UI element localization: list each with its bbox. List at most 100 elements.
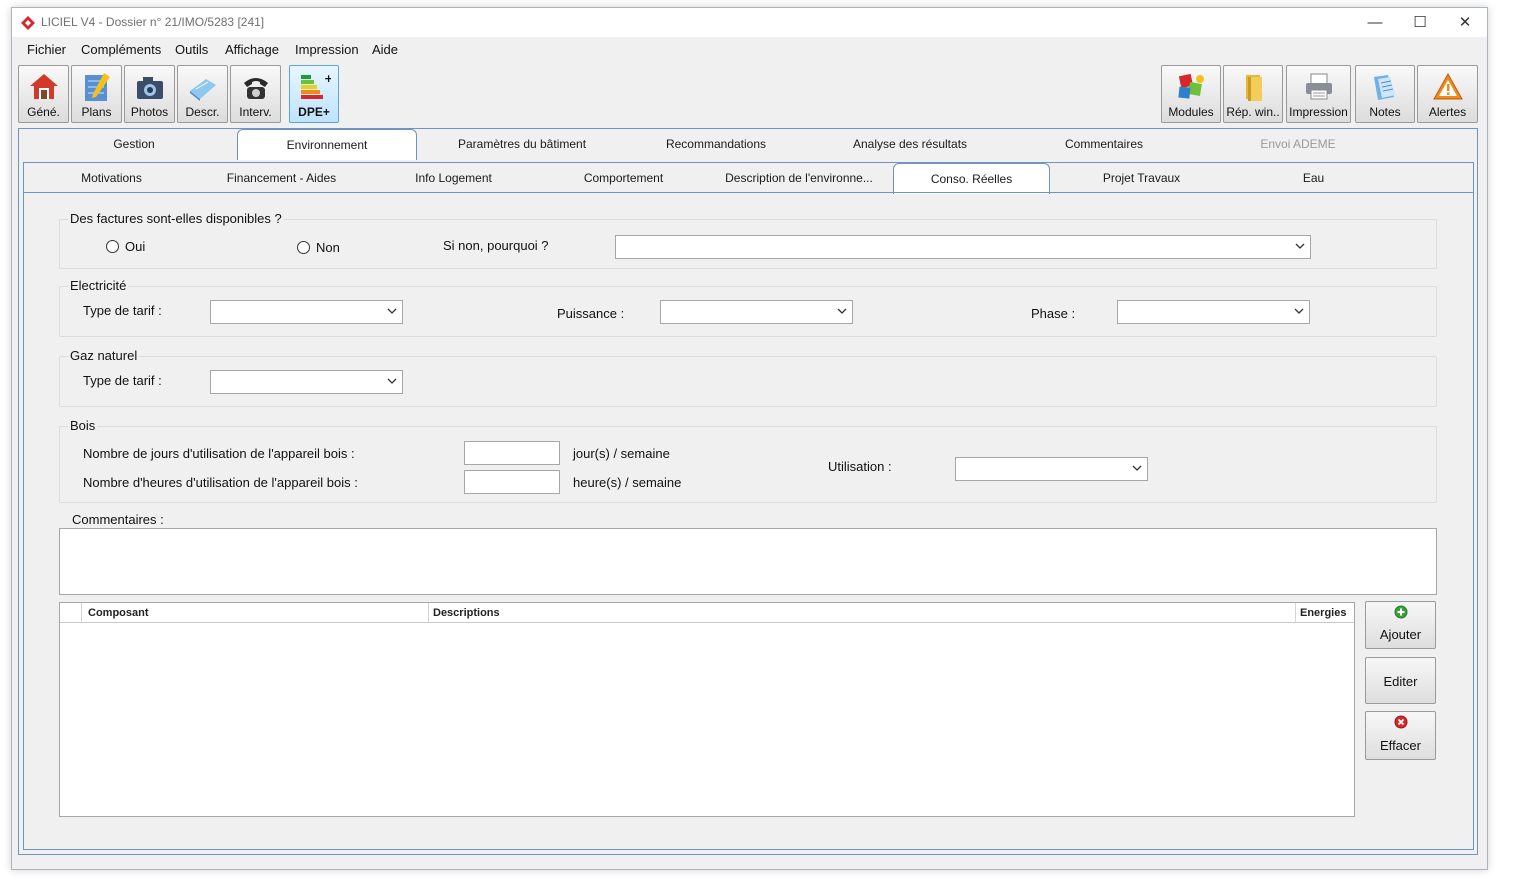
electricite-title: Electricité [68, 278, 129, 293]
editer-label: Editer [1383, 674, 1418, 689]
bois-jours-unit: jour(s) / semaine [573, 446, 670, 461]
toolbar-label: Alertes [1428, 105, 1467, 119]
chevron-down-icon [1132, 465, 1142, 471]
composants-grid[interactable]: Composant Descriptions Energies [59, 602, 1355, 817]
puissance-label: Puissance : [557, 306, 625, 321]
toolbar-label: Modules [1168, 105, 1214, 119]
oui-radio[interactable] [106, 240, 119, 253]
tab-description-environnement[interactable]: Description de l'environne... [724, 163, 874, 193]
grid-col-composant[interactable]: Composant [82, 603, 429, 623]
menu-outils[interactable]: Outils [175, 42, 208, 57]
main-tab-panel: Gestion Environnement Paramètres du bâti… [18, 128, 1478, 855]
bois-heures-input[interactable] [464, 470, 560, 494]
grid-col-energies[interactable]: Energies [1296, 603, 1354, 623]
house-icon [29, 74, 58, 99]
tab-environnement[interactable]: Environnement [237, 129, 417, 160]
editer-button[interactable]: Editer [1365, 657, 1436, 704]
chevron-down-icon [387, 378, 397, 384]
toolbar-label: Impression [1289, 105, 1348, 119]
chevron-down-icon [387, 308, 397, 314]
sub-tab-panel: Motivations Financement - Aides Info Log… [23, 162, 1474, 850]
ajouter-button[interactable]: Ajouter [1365, 601, 1436, 649]
menu-impression[interactable]: Impression [295, 42, 359, 57]
factures-title: Des factures sont-elles disponibles ? [68, 211, 284, 226]
maximize-button[interactable]: ☐ [1397, 8, 1443, 37]
notes-icon [1374, 75, 1395, 100]
phase-select[interactable] [1117, 300, 1310, 324]
oui-label: Oui [125, 239, 146, 254]
chevron-down-icon [1295, 243, 1305, 249]
ajouter-label: Ajouter [1379, 627, 1422, 642]
tab-gestion[interactable]: Gestion [54, 129, 214, 159]
main-tab-bar: Gestion Environnement Paramètres du bâti… [19, 129, 1477, 160]
effacer-button[interactable]: Effacer [1365, 711, 1436, 760]
menu-aide[interactable]: Aide [372, 42, 398, 57]
tab-eau[interactable]: Eau [1246, 163, 1381, 193]
commentaires-textarea[interactable] [59, 528, 1437, 595]
menu-fichier[interactable]: Fichier [27, 42, 66, 57]
title-bar: LICIEL V4 - Dossier n° 21/IMO/5283 [241]… [12, 8, 1487, 37]
pourquoi-select[interactable] [615, 235, 1311, 259]
bois-title: Bois [68, 418, 98, 433]
factures-group: Des factures sont-elles disponibles ? Ou… [59, 211, 1437, 269]
utilisation-label: Utilisation : [828, 459, 892, 474]
non-label: Non [316, 240, 340, 255]
grid-header: Composant Descriptions Energies [60, 603, 1354, 623]
gaz-tarif-label: Type de tarif : [83, 373, 162, 388]
toolbar-notes-button[interactable]: Notes [1355, 65, 1415, 123]
toolbar-plans-button[interactable]: Plans [71, 65, 122, 123]
non-radio[interactable] [297, 241, 310, 254]
add-circle-icon [1394, 605, 1407, 619]
grid-col-selector[interactable] [60, 603, 82, 623]
warning-icon [1432, 72, 1463, 100]
minimize-button[interactable]: — [1352, 8, 1398, 37]
toolbar-intervention-button[interactable]: Interv. [230, 65, 281, 123]
toolbar-label: Plans [81, 105, 112, 119]
tab-financement-aides[interactable]: Financement - Aides [214, 163, 349, 193]
tab-motivations[interactable]: Motivations [44, 163, 179, 193]
toolbar-repertoire-button[interactable]: Rép. win.. [1223, 65, 1283, 123]
toolbar-description-button[interactable]: Descr. [177, 65, 228, 123]
tab-recommandations[interactable]: Recommandations [631, 129, 801, 159]
folder-icon [1246, 75, 1262, 101]
toolbar-dpe-button[interactable]: + DPE+ [289, 65, 339, 123]
gaz-title: Gaz naturel [68, 348, 140, 363]
tab-conso-reelles[interactable]: Conso. Réelles [893, 163, 1050, 194]
chevron-down-icon [837, 308, 847, 314]
elec-tarif-label: Type de tarif : [83, 303, 162, 318]
grid-col-descriptions[interactable]: Descriptions [429, 603, 1296, 623]
toolbar-impression-button[interactable]: Impression [1286, 65, 1351, 123]
tab-projet-travaux[interactable]: Projet Travaux [1074, 163, 1209, 193]
elec-tarif-select[interactable] [210, 300, 403, 324]
toolbar-label: Géné. [27, 105, 60, 119]
commentaires-label: Commentaires : [72, 512, 164, 527]
toolbar-label: Rép. win.. [1226, 105, 1280, 119]
close-button[interactable]: ✕ [1442, 8, 1488, 37]
toolbar-alertes-button[interactable]: Alertes [1417, 65, 1478, 123]
window-title: LICIEL V4 - Dossier n° 21/IMO/5283 [241] [41, 15, 265, 29]
tab-analyse-resultats[interactable]: Analyse des résultats [825, 129, 995, 159]
menu-complements[interactable]: Compléments [81, 42, 161, 57]
tab-info-logement[interactable]: Info Logement [386, 163, 521, 193]
bois-jours-label: Nombre de jours d'utilisation de l'appar… [83, 446, 355, 461]
menu-affichage[interactable]: Affichage [225, 42, 279, 57]
utilisation-select[interactable] [955, 457, 1148, 481]
tab-comportement[interactable]: Comportement [556, 163, 691, 193]
toolbar-modules-button[interactable]: Modules [1161, 65, 1221, 123]
toolbar-generalites-button[interactable]: Géné. [18, 65, 69, 123]
plans-icon [84, 73, 110, 101]
bois-group: Bois Nombre de jours d'utilisation de l'… [59, 418, 1437, 503]
description-icon [189, 79, 216, 101]
bois-jours-input[interactable] [464, 441, 560, 465]
gaz-tarif-select[interactable] [210, 370, 403, 394]
liciel-logo-icon [21, 16, 35, 30]
camera-icon [136, 77, 163, 99]
tab-commentaires[interactable]: Commentaires [1019, 129, 1189, 159]
tab-envoi-ademe: Envoi ADEME [1260, 137, 1336, 151]
tab-parametres-batiment[interactable]: Paramètres du bâtiment [437, 129, 607, 159]
sub-tab-bar: Motivations Financement - Aides Info Log… [24, 163, 1473, 194]
toolbar-label: Photos [130, 105, 169, 119]
toolbar-photos-button[interactable]: Photos [124, 65, 175, 123]
conso-reelles-content: Des factures sont-elles disponibles ? Ou… [24, 192, 1473, 849]
puissance-select[interactable] [660, 300, 853, 324]
